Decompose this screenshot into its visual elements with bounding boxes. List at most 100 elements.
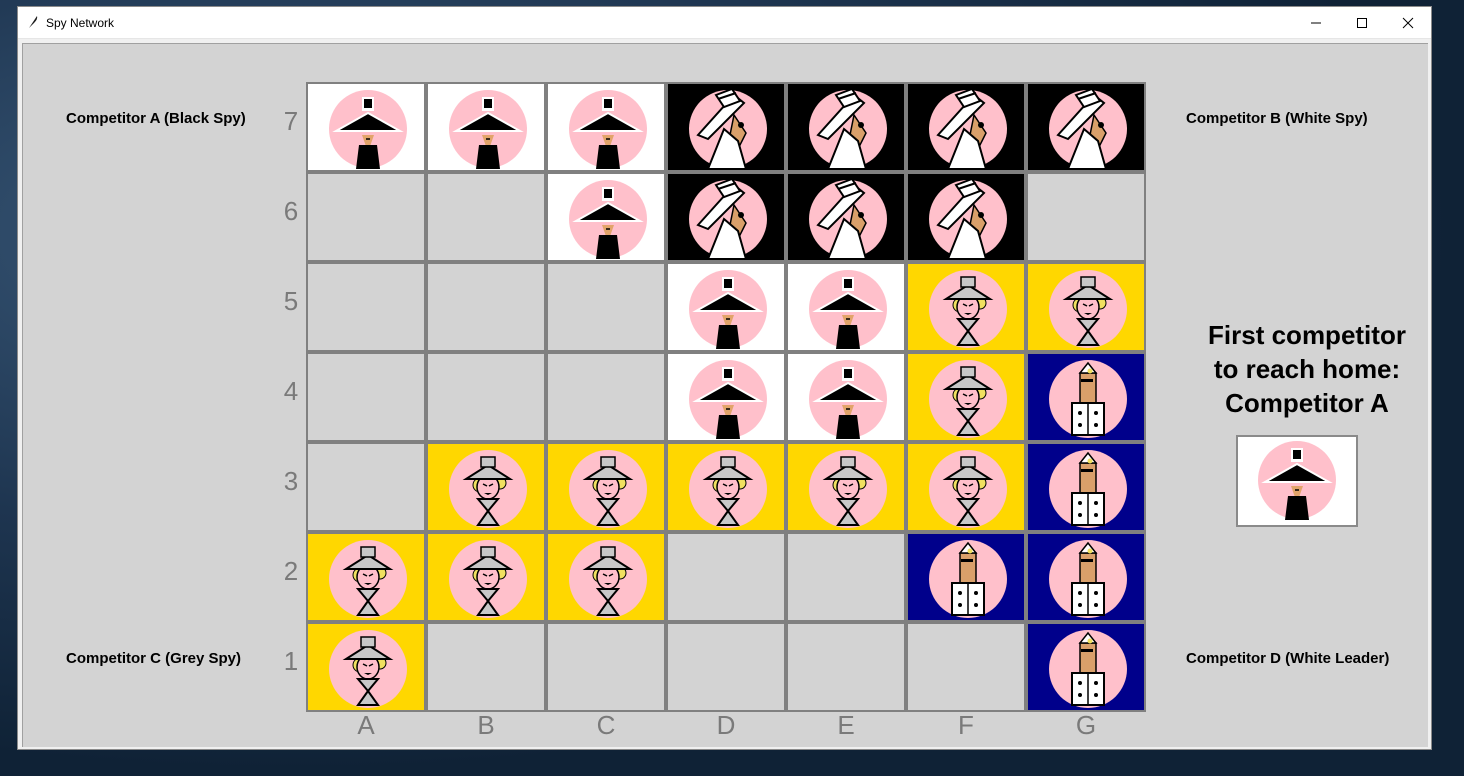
file-label: F xyxy=(958,710,974,740)
black-spy-piece-icon xyxy=(569,90,647,169)
board-cell-G2[interactable] xyxy=(1026,532,1146,622)
board-cell-D4[interactable] xyxy=(666,352,786,442)
board-cell-F6[interactable] xyxy=(906,172,1026,262)
board-cell-E4[interactable] xyxy=(786,352,906,442)
grey-spy-piece-icon xyxy=(449,450,527,528)
black-spy-piece-icon xyxy=(449,90,527,169)
winner-line-3: Competitor A xyxy=(1225,388,1389,418)
grey-spy-piece-icon xyxy=(1049,270,1127,348)
white-leader-piece-icon xyxy=(1049,360,1127,438)
white-spy-piece-icon xyxy=(689,179,767,259)
file-label: E xyxy=(837,710,855,740)
grey-spy-piece-icon xyxy=(809,450,887,528)
rank-label: 6 xyxy=(283,196,299,226)
board-cell-B4[interactable] xyxy=(426,352,546,442)
maximize-button[interactable] xyxy=(1339,7,1385,38)
board-cell-E2[interactable] xyxy=(786,532,906,622)
board-cell-D2[interactable] xyxy=(666,532,786,622)
board-cell-D7[interactable] xyxy=(666,82,786,172)
board-cell-G1[interactable] xyxy=(1026,622,1146,712)
board-cell-A7[interactable] xyxy=(306,82,426,172)
board-cell-B7[interactable] xyxy=(426,82,546,172)
rank-label: 4 xyxy=(283,376,299,406)
board-cell-E3[interactable] xyxy=(786,442,906,532)
board-cell-D1[interactable] xyxy=(666,622,786,712)
winner-line-2: to reach home: xyxy=(1213,354,1401,384)
board-cell-E1[interactable] xyxy=(786,622,906,712)
black-spy-piece-icon xyxy=(569,180,647,259)
white-leader-piece-icon xyxy=(929,540,1007,618)
file-label: C xyxy=(596,710,616,740)
board-cell-B6[interactable] xyxy=(426,172,546,262)
minimize-icon xyxy=(1311,22,1321,24)
close-button[interactable] xyxy=(1385,7,1431,38)
board-cell-G7[interactable] xyxy=(1026,82,1146,172)
competitor-a-label: Competitor A (Black Spy) xyxy=(66,110,246,127)
board-cell-C1[interactable] xyxy=(546,622,666,712)
board-cell-F3[interactable] xyxy=(906,442,1026,532)
board-cell-G3[interactable] xyxy=(1026,442,1146,532)
board-cell-C4[interactable] xyxy=(546,352,666,442)
board-cell-C7[interactable] xyxy=(546,82,666,172)
white-spy-piece-icon xyxy=(929,89,1007,169)
board-cell-C6[interactable] xyxy=(546,172,666,262)
board-cell-A2[interactable] xyxy=(306,532,426,622)
board-cell-E5[interactable] xyxy=(786,262,906,352)
black-spy-piece-icon xyxy=(329,90,407,169)
file-label: D xyxy=(716,710,736,740)
board-cell-D3[interactable] xyxy=(666,442,786,532)
board-cell-F4[interactable] xyxy=(906,352,1026,442)
board-cell-A5[interactable] xyxy=(306,262,426,352)
white-spy-piece-icon xyxy=(689,89,767,169)
board-cell-G6[interactable] xyxy=(1026,172,1146,262)
board-cell-D6[interactable] xyxy=(666,172,786,262)
file-label: A xyxy=(357,710,375,740)
grey-spy-piece-icon xyxy=(929,360,1007,438)
board-cell-F7[interactable] xyxy=(906,82,1026,172)
board-cell-G5[interactable] xyxy=(1026,262,1146,352)
rank-label: 2 xyxy=(283,556,299,586)
board-cell-D5[interactable] xyxy=(666,262,786,352)
board-cell-F5[interactable] xyxy=(906,262,1026,352)
rank-label: 7 xyxy=(283,106,299,136)
window-title: Spy Network xyxy=(46,16,115,30)
board-cell-A1[interactable] xyxy=(306,622,426,712)
white-leader-piece-icon xyxy=(1049,630,1127,708)
black-spy-piece-icon xyxy=(809,360,887,439)
minimize-button[interactable] xyxy=(1293,7,1339,38)
white-spy-piece-icon xyxy=(1049,89,1127,169)
grey-spy-piece-icon xyxy=(569,450,647,528)
game-board xyxy=(306,82,1148,714)
board-cell-F1[interactable] xyxy=(906,622,1026,712)
title-bar[interactable]: Spy Network xyxy=(18,7,1431,39)
board-cell-A4[interactable] xyxy=(306,352,426,442)
board-cell-B1[interactable] xyxy=(426,622,546,712)
feather-icon xyxy=(29,16,38,28)
grey-spy-piece-icon xyxy=(929,270,1007,348)
board-cell-A3[interactable] xyxy=(306,442,426,532)
competitor-b-label: Competitor B (White Spy) xyxy=(1186,110,1368,127)
board-cell-C3[interactable] xyxy=(546,442,666,532)
board-cell-C2[interactable] xyxy=(546,532,666,622)
black-spy-piece-icon xyxy=(1258,441,1336,520)
board-cell-A6[interactable] xyxy=(306,172,426,262)
close-icon xyxy=(1402,17,1414,29)
board-cell-E6[interactable] xyxy=(786,172,906,262)
board-cell-B2[interactable] xyxy=(426,532,546,622)
grey-spy-piece-icon xyxy=(449,540,527,618)
competitor-c-label: Competitor C (Grey Spy) xyxy=(66,650,242,667)
winner-piece-box xyxy=(1236,435,1358,527)
white-leader-piece-icon xyxy=(1049,450,1127,528)
white-spy-piece-icon xyxy=(929,179,1007,259)
white-leader-piece-icon xyxy=(1049,540,1127,618)
board-cell-C5[interactable] xyxy=(546,262,666,352)
winner-message: First competitor to reach home: Competit… xyxy=(1176,318,1438,420)
board-cell-E7[interactable] xyxy=(786,82,906,172)
file-label: B xyxy=(477,710,495,740)
board-cell-B3[interactable] xyxy=(426,442,546,532)
board-cell-G4[interactable] xyxy=(1026,352,1146,442)
grey-spy-piece-icon xyxy=(929,450,1007,528)
board-cell-F2[interactable] xyxy=(906,532,1026,622)
board-cell-B5[interactable] xyxy=(426,262,546,352)
winner-line-1: First competitor xyxy=(1208,320,1406,350)
